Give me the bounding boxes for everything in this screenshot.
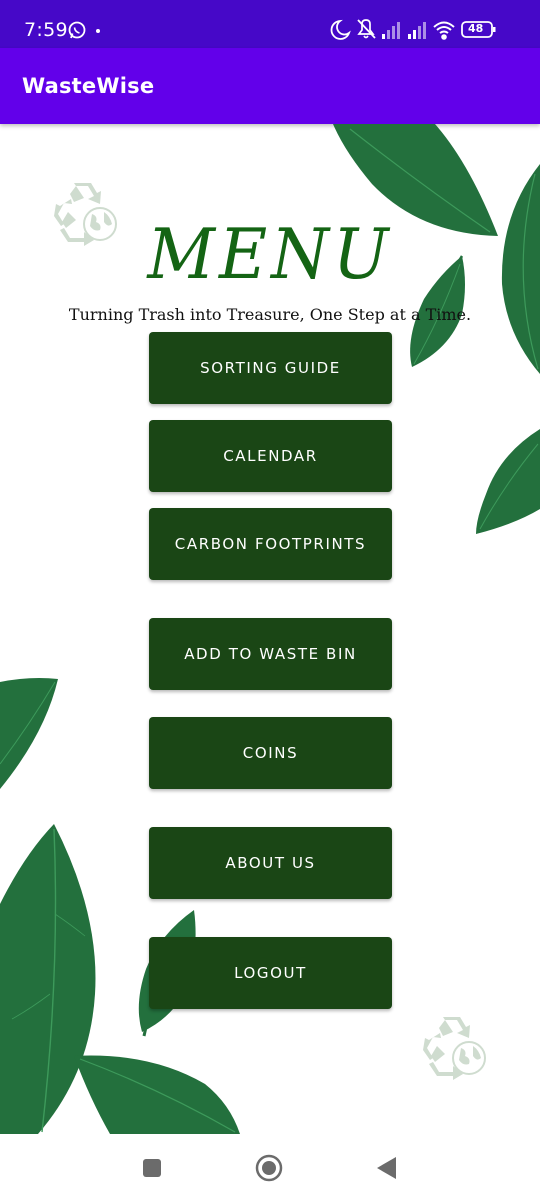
menu-heading: MENU — [147, 214, 393, 295]
coins-button[interactable]: COINS — [149, 717, 392, 789]
leaf-icon — [0, 678, 58, 789]
carbon-footprints-button[interactable]: CARBON FOOTPRINTS — [149, 508, 392, 580]
menu-screen: MENU Turning Trash into Treasure, One St… — [0, 124, 540, 1134]
back-triangle-icon[interactable] — [376, 1156, 398, 1180]
sorting-guide-button[interactable]: SORTING GUIDE — [149, 332, 392, 404]
whatsapp-icon — [68, 21, 100, 39]
tagline: Turning Trash into Treasure, One Step at… — [68, 305, 472, 324]
recycle-globe-icon — [423, 1017, 486, 1080]
signal-icon — [382, 22, 400, 39]
status-left-icons — [68, 20, 108, 45]
moon-icon — [330, 19, 351, 40]
dot-icon — [96, 29, 100, 33]
status-right-icons: 48 — [330, 18, 510, 42]
logout-button[interactable]: LOGOUT — [149, 937, 392, 1009]
leaf-icon — [74, 1055, 240, 1134]
mute-icon — [357, 19, 376, 39]
status-bar: 7:59 48 — [0, 0, 540, 48]
battery-level: 48 — [468, 22, 484, 35]
app-bar: WasteWise — [0, 48, 540, 124]
system-nav-bar — [0, 1134, 540, 1200]
app-title: WasteWise — [22, 74, 155, 98]
calendar-button[interactable]: CALENDAR — [149, 420, 392, 492]
wifi-icon — [433, 21, 455, 40]
about-us-button[interactable]: ABOUT US — [149, 827, 392, 899]
recents-square-icon[interactable] — [142, 1158, 162, 1178]
status-time: 7:59 — [24, 19, 68, 41]
signal-icon — [408, 22, 426, 39]
home-circle-icon[interactable] — [255, 1154, 283, 1182]
leaf-icon — [0, 824, 96, 1134]
add-to-waste-bin-button[interactable]: ADD TO WASTE BIN — [149, 618, 392, 690]
